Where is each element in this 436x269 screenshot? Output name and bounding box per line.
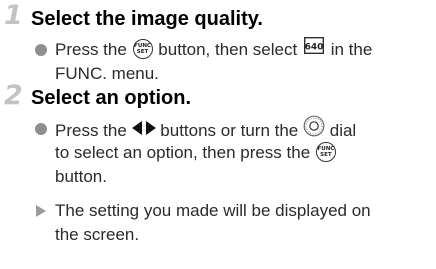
instruction-text: Press the	[55, 120, 127, 140]
step-title: Select the image quality.	[31, 8, 263, 30]
result-arrow-icon	[36, 205, 46, 217]
instruction-text: Press the	[55, 40, 127, 59]
step-title: Select an option.	[31, 87, 192, 109]
control-dial-icon	[303, 115, 325, 144]
instruction-text: dial	[329, 120, 357, 140]
bullet-icon	[35, 44, 47, 56]
svg-text:640: 640	[305, 42, 324, 52]
instruction-text: to select an option, then press the	[55, 143, 311, 162]
instruction-line: button.	[55, 167, 107, 186]
step-number: 1	[4, 0, 23, 31]
left-right-buttons-icon	[131, 118, 156, 142]
instruction-line: to select an option, then press the FUNC…	[55, 141, 337, 165]
result-line: the screen.	[55, 225, 140, 244]
instruction-text: button, then select	[158, 40, 298, 59]
bullet-icon	[35, 123, 47, 135]
instruction-text: buttons or turn the	[160, 120, 299, 140]
instruction-line: Press the FUNC SET button, then select 64…	[55, 36, 373, 63]
func-set-button-icon: FUNC SET	[132, 38, 153, 59]
image-quality-640-icon: 640	[304, 36, 324, 61]
instruction-text: in the	[330, 40, 373, 59]
instruction-line: FUNC. menu.	[55, 64, 159, 83]
step-number: 2	[4, 80, 23, 111]
result-line: The setting you made will be displayed o…	[55, 201, 371, 220]
func-set-button-icon: FUNC SET	[315, 141, 336, 162]
